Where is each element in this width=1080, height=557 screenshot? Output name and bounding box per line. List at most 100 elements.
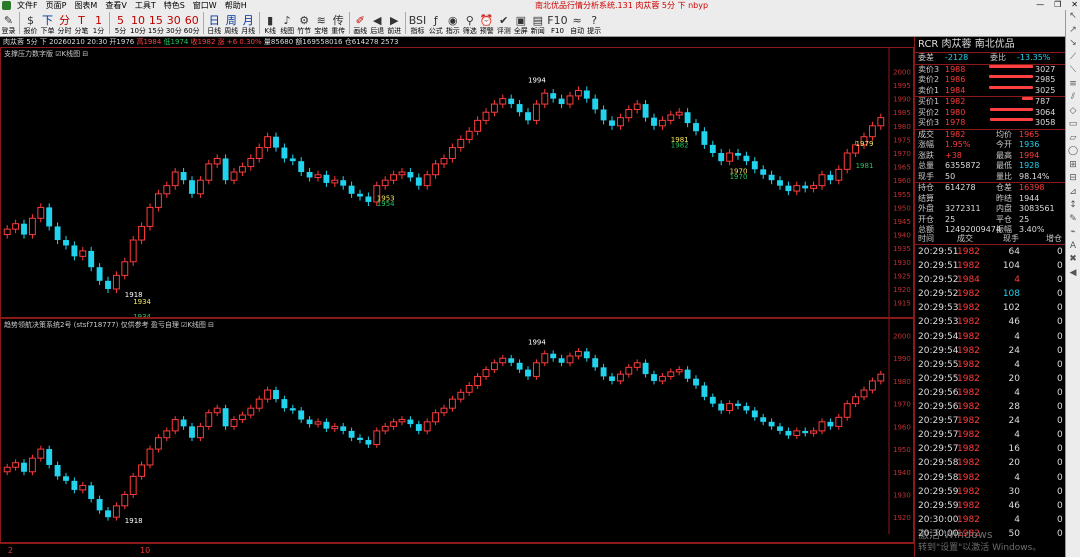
- tick-time: 20:29:56: [918, 387, 959, 398]
- candle-up: [868, 380, 876, 391]
- drawing-tool-icon[interactable]: ▱: [1066, 132, 1080, 146]
- toolbar-button[interactable]: 分分时: [56, 10, 73, 36]
- toolbar-button[interactable]: ⚙ 竹节: [296, 10, 313, 36]
- drawing-tool-icon[interactable]: ⌁: [1066, 226, 1080, 240]
- toolbar-button[interactable]: 30 30分: [165, 10, 183, 36]
- drawing-tool-icon[interactable]: ⟍: [1066, 64, 1080, 78]
- candle-up: [457, 391, 465, 400]
- toolbar-button[interactable]: 传重传: [330, 10, 347, 36]
- toolbar-button[interactable]: ? 提示: [586, 10, 603, 36]
- candle-up: [675, 111, 683, 116]
- drawing-tool-icon[interactable]: A: [1066, 240, 1080, 254]
- toolbar-button[interactable]: 10 10分: [129, 10, 147, 36]
- candle-up: [331, 425, 339, 430]
- toolbar-button[interactable]: ◀ 后退: [369, 10, 386, 36]
- menu-view[interactable]: 查看V: [101, 0, 130, 11]
- toolbar-label: 全屏: [513, 27, 528, 35]
- bar-open: 开1976: [109, 38, 135, 46]
- drawing-tool-icon[interactable]: ▭: [1066, 118, 1080, 132]
- tick-list[interactable]: 时间 成交 现手 增仓 20:29:51 1982 64 0 20:29:51 1982 1…: [915, 232, 1065, 541]
- drawing-tool-icon[interactable]: ↘: [1066, 37, 1080, 51]
- candle-down: [46, 207, 53, 227]
- toolbar-button[interactable]: ⚲ 筛选: [461, 10, 478, 36]
- toolbar-separator: [348, 12, 350, 34]
- drawing-tool-icon[interactable]: ⊞: [1066, 159, 1080, 173]
- drawing-tool-icon[interactable]: ⊿: [1066, 186, 1080, 200]
- drawing-tool-icon[interactable]: ✎: [1066, 213, 1080, 227]
- drawing-tool-icon[interactable]: ⟋: [1066, 51, 1080, 65]
- drawing-tool-icon[interactable]: ◇: [1066, 105, 1080, 119]
- price-annotation: 1979: [856, 140, 874, 148]
- toolbar-label: 指示: [445, 27, 460, 35]
- drawing-tool-icon[interactable]: ⊟: [1066, 172, 1080, 186]
- drawing-tool-icon[interactable]: ⫽: [1066, 91, 1080, 105]
- toolbar-icon: 传: [332, 14, 344, 27]
- toolbar-button[interactable]: ≈ 自动: [569, 10, 586, 36]
- app-logo-icon: [2, 0, 11, 10]
- stat-value: 6355872: [945, 161, 981, 170]
- toolbar-button[interactable]: 月月线: [240, 10, 257, 36]
- toolbar-button[interactable]: ▮ K线: [262, 10, 279, 36]
- menu-special[interactable]: 特色S: [160, 0, 189, 11]
- toolbar-button[interactable]: 15 15分: [147, 10, 165, 36]
- toolbar-button[interactable]: $ 报价: [22, 10, 39, 36]
- toolbar-button[interactable]: BSI 指标: [408, 10, 428, 36]
- menu-tools[interactable]: 工具T: [131, 0, 160, 11]
- candlestick-chart-2[interactable]: 2000 1990 1980 1970 1960 1950 1940 1930 1920 1994…: [1, 319, 913, 542]
- toolbar-button[interactable]: T 分笔: [73, 10, 90, 36]
- toolbar-button[interactable]: 周周线: [223, 10, 240, 36]
- toolbar-button[interactable]: 日日线: [206, 10, 223, 36]
- tick-row: 20:29:58 1982 20 0: [915, 456, 1065, 470]
- time-axis-label-a: 2: [8, 546, 14, 555]
- toolbar-button[interactable]: F10 F10: [546, 10, 568, 36]
- ask-volume: 3025: [1035, 85, 1056, 95]
- tick-row: 20:29:58 1982 4 0: [915, 471, 1065, 485]
- toolbar-button[interactable]: 5 5分: [112, 10, 129, 36]
- toolbar-button[interactable]: ⏰ 预警: [478, 10, 495, 36]
- stat-value-2: 3083561: [1019, 204, 1055, 213]
- bid-price: 1978: [945, 118, 966, 127]
- support-resistance-chart[interactable]: 2000 1995 1990 1985 1980 1975 1970 1965 1960 1955…: [0, 47, 914, 318]
- toolbar-button[interactable]: ▶ 前进: [386, 10, 403, 36]
- drawing-tool-icon[interactable]: ≡: [1066, 78, 1080, 92]
- drawing-tool-icon[interactable]: ◀: [1066, 267, 1080, 281]
- drawing-tool-icon[interactable]: ↕: [1066, 199, 1080, 213]
- tick-time: 20:29:52: [918, 289, 959, 300]
- drawing-tool-icon[interactable]: ↖: [1066, 10, 1080, 24]
- close-button[interactable]: ✕: [1071, 0, 1078, 9]
- toolbar-button[interactable]: ♪ 线图: [279, 10, 296, 36]
- candle-up: [230, 171, 238, 181]
- toolbar-button[interactable]: ✐ 画线: [352, 10, 369, 36]
- toolbar-button[interactable]: ƒ 公式: [427, 10, 444, 36]
- price-annotation: 1981: [856, 162, 874, 170]
- maximize-button[interactable]: ❐: [1054, 0, 1061, 9]
- toolbar-button[interactable]: ✎ 登录: [0, 10, 17, 36]
- toolbar-button[interactable]: 60 60分: [183, 10, 201, 36]
- drawing-tool-icon[interactable]: ✖: [1066, 253, 1080, 267]
- toolbar-button[interactable]: 1 1分: [90, 10, 107, 36]
- toolbar-button[interactable]: ≋ 宝塔: [313, 10, 330, 36]
- tick-time: 20:29:57: [918, 430, 959, 441]
- menu-file[interactable]: 文件F: [13, 0, 42, 11]
- menu-page[interactable]: 页面P: [42, 0, 71, 11]
- minimize-button[interactable]: —: [1036, 0, 1044, 9]
- candle-up: [398, 171, 406, 176]
- candlestick-chart-1[interactable]: 2000 1995 1990 1985 1980 1975 1970 1965 1960 1955…: [1, 48, 913, 317]
- toolbar-button[interactable]: ✔ 评测: [495, 10, 512, 36]
- drawing-tool-icon[interactable]: ◯: [1066, 145, 1080, 159]
- tick-oi-change: 0: [1057, 514, 1063, 525]
- position-stats: 持仓 614278 仓差 16398 结算 昨结 1944 外盘 3272311 内盘 308356…: [915, 183, 1065, 236]
- menu-help[interactable]: 帮助H: [221, 0, 251, 11]
- toolbar-button[interactable]: ▣ 全屏: [512, 10, 529, 36]
- toolbar-button[interactable]: ▤ 新闻: [529, 10, 546, 36]
- ask-price: 1984: [945, 85, 966, 95]
- menu-chart[interactable]: 图表M: [70, 0, 101, 11]
- toolbar-separator: [19, 12, 20, 34]
- drawing-tool-icon[interactable]: ↗: [1066, 24, 1080, 38]
- menu-window[interactable]: 窗口W: [189, 0, 221, 11]
- toolbar-button[interactable]: ◉ 指示: [444, 10, 461, 36]
- toolbar-button[interactable]: 下下单: [39, 10, 56, 36]
- trend-navigator-chart[interactable]: 2000 1990 1980 1970 1960 1950 1940 1930 1920 1994…: [0, 318, 914, 543]
- price-annotation: 1934: [133, 298, 151, 306]
- stat-label: 现手: [918, 171, 934, 181]
